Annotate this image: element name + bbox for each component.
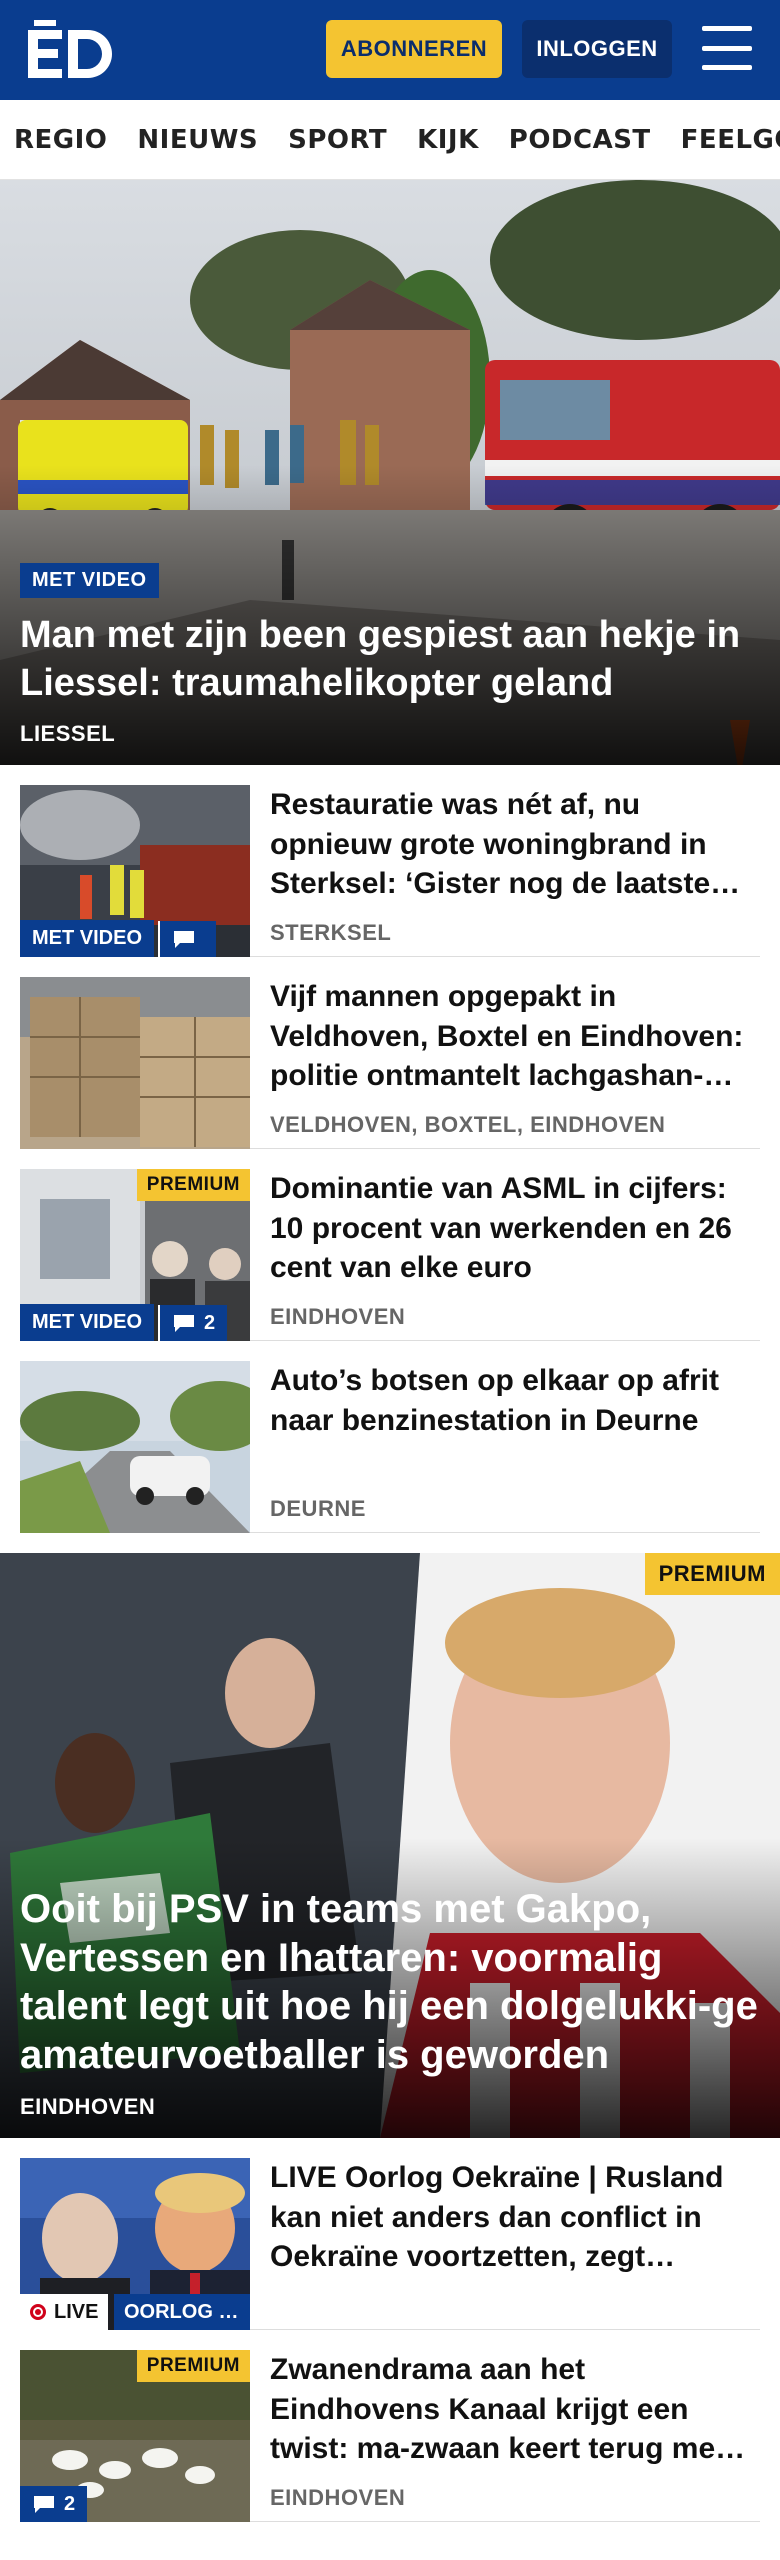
list-item[interactable]: MET VIDEO Restauratie was nét af, nu opn… (20, 765, 760, 957)
article-location: EINDHOVEN (270, 2485, 406, 2510)
article-body: Restauratie was nét af, nu opnieuw grote… (250, 785, 760, 956)
feature-location: EINDHOVEN (20, 2094, 156, 2119)
list-item[interactable]: Auto’s botsen op elkaar op afrit naar be… (20, 1341, 760, 1533)
article-thumbnail (20, 977, 250, 1149)
article-thumbnail (20, 1361, 250, 1533)
article-body: Auto’s botsen op elkaar op afrit naar be… (250, 1361, 760, 1532)
article-thumbnail: PREMIUM MET VIDEO 2 (20, 1169, 250, 1341)
article-title[interactable]: Restauratie was nét af, nu opnieuw grote… (270, 785, 760, 905)
live-label: LIVE (54, 2300, 99, 2323)
nav-item-sport[interactable]: SPORT (288, 125, 387, 155)
hero-location: LIESSEL (20, 721, 116, 746)
comment-icon (172, 929, 196, 949)
subscribe-button[interactable]: ABONNEREN (326, 20, 502, 78)
list-item[interactable]: Vijf mannen opgepakt in Veldhoven, Boxte… (20, 957, 760, 1149)
nav-item-kijk[interactable]: KIJK (417, 125, 479, 155)
premium-badge: PREMIUM (644, 1553, 780, 1595)
article-thumbnail: MET VIDEO (20, 785, 250, 957)
article-title[interactable]: Dominantie van ASML in cijfers: 10 proce… (270, 1169, 760, 1289)
article-body: Vijf mannen opgepakt in Veldhoven, Boxte… (250, 977, 760, 1148)
article-list-2: LIVE OORLOG … LIVE Oorlog Oekraïne | Rus… (0, 2138, 780, 2522)
comment-icon (172, 1313, 196, 1333)
feature-content: Ooit bij PSV in teams met Gakpo, Vertess… (20, 1885, 760, 2120)
section-nav: REGIO NIEUWS SPORT KIJK PODCAST FEELGOOD… (0, 100, 780, 180)
article-location: STERKSEL (270, 920, 392, 945)
ed-logo[interactable] (28, 20, 116, 80)
comment-icon (32, 2494, 56, 2514)
comment-count: 2 (204, 1311, 216, 1334)
premium-badge: PREMIUM (136, 2350, 250, 2382)
topic-badge: OORLOG … (114, 2294, 250, 2330)
article-body: Dominantie van ASML in cijfers: 10 proce… (250, 1169, 760, 1340)
video-badge: MET VIDEO (20, 920, 155, 957)
live-badge: LIVE (20, 2294, 109, 2330)
comment-badge: 2 (158, 1305, 228, 1341)
article-thumbnail: PREMIUM 2 (20, 2350, 250, 2522)
premium-badge: PREMIUM (136, 1169, 250, 1201)
hero-content: MET VIDEO Man met zijn been gespiest aan… (20, 563, 760, 747)
article-location: VELDHOVEN, BOXTEL, EINDHOVEN (270, 1112, 666, 1137)
article-title[interactable]: Vijf mannen opgepakt in Veldhoven, Boxte… (270, 977, 760, 1097)
comment-count: 2 (64, 2492, 76, 2515)
login-button[interactable]: INLOGGEN (522, 20, 672, 78)
article-location: EINDHOVEN (270, 1304, 406, 1329)
article-body: Zwanendrama aan het Eindhovens Kanaal kr… (250, 2350, 760, 2521)
video-badge: MET VIDEO (20, 1304, 155, 1341)
article-thumbnail: LIVE OORLOG … (20, 2158, 250, 2330)
article-title[interactable]: Zwanendrama aan het Eindhovens Kanaal kr… (270, 2350, 760, 2470)
hamburger-menu-icon[interactable] (702, 26, 752, 70)
article-title[interactable]: Auto’s botsen op elkaar op afrit naar be… (270, 1361, 760, 1481)
live-indicator-icon (30, 2304, 46, 2320)
nav-item-nieuws[interactable]: NIEUWS (137, 125, 258, 155)
article-body: LIVE Oorlog Oekraïne | Rusland kan niet … (250, 2158, 760, 2329)
video-badge: MET VIDEO (20, 563, 159, 598)
list-item[interactable]: PREMIUM 2 Zwanendrama aan het Eindhovens… (20, 2330, 760, 2522)
top-header: ABONNEREN INLOGGEN (0, 0, 780, 100)
feature-title[interactable]: Ooit bij PSV in teams met Gakpo, Vertess… (20, 1885, 760, 2080)
list-item[interactable]: LIVE OORLOG … LIVE Oorlog Oekraïne | Rus… (20, 2138, 760, 2330)
comment-badge (158, 921, 216, 957)
nav-item-feelgood[interactable]: FEELGOOD (681, 125, 780, 155)
comment-badge: 2 (20, 2486, 88, 2522)
list-item[interactable]: PREMIUM MET VIDEO 2 Dominantie van ASML … (20, 1149, 760, 1341)
nav-item-regio[interactable]: REGIO (14, 125, 107, 155)
hero-article[interactable]: MET VIDEO Man met zijn been gespiest aan… (0, 180, 780, 765)
hero-title[interactable]: Man met zijn been gespiest aan hekje in … (20, 612, 760, 707)
article-title[interactable]: LIVE Oorlog Oekraïne | Rusland kan niet … (270, 2158, 760, 2278)
article-list: MET VIDEO Restauratie was nét af, nu opn… (0, 765, 780, 1533)
nav-item-podcast[interactable]: PODCAST (509, 125, 651, 155)
article-location: DEURNE (270, 1496, 366, 1521)
feature-article[interactable]: PREMIUM Ooit bij PSV in teams met Gakpo,… (0, 1553, 780, 2138)
